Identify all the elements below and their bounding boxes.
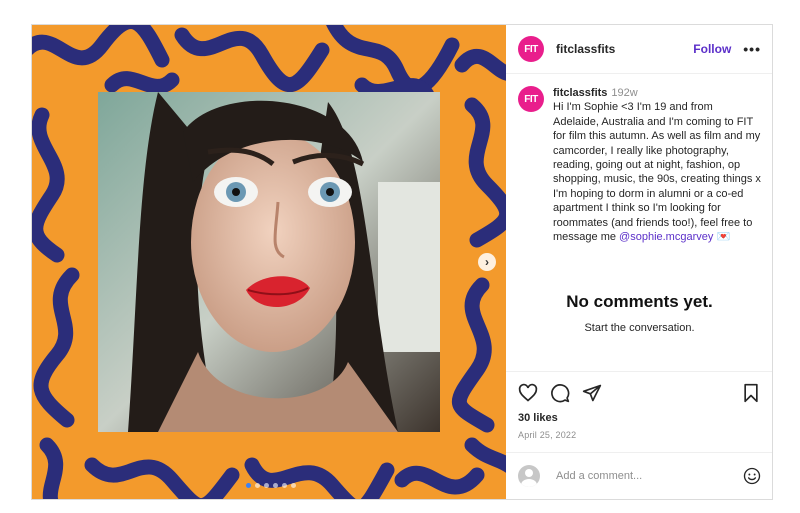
caption-age: 192w <box>611 87 638 99</box>
caption-text: Hi I'm Sophie <3 I'm 19 and from Adelaid… <box>553 101 761 244</box>
post-header: FIT fitclassfits Follow ••• <box>506 25 772 74</box>
carousel-dot <box>255 483 260 488</box>
action-icons <box>518 382 761 404</box>
comment-input[interactable] <box>554 469 718 483</box>
caption-body: fitclassfits 192w Hi I'm Sophie <3 I'm 19… <box>553 86 761 244</box>
user-avatar <box>518 465 540 487</box>
carousel-dot <box>273 483 278 488</box>
emoji-icon[interactable] <box>743 467 761 485</box>
post-sidebar: FIT fitclassfits Follow ••• FIT fitclass… <box>506 25 772 499</box>
portrait-photo <box>98 92 440 432</box>
carousel-dot <box>282 483 287 488</box>
post-dialog: › FIT fitclassfits Follow ••• FIT fitcla… <box>31 24 773 500</box>
carousel-indicator <box>246 483 296 488</box>
caption-avatar[interactable]: FIT <box>518 86 544 112</box>
carousel-dot <box>291 483 296 488</box>
next-slide-button[interactable]: › <box>478 253 496 271</box>
caption-mention-link[interactable]: @sophie.mcgarvey <box>619 231 713 243</box>
account-username[interactable]: fitclassfits <box>556 42 615 56</box>
empty-comments-subtitle: Start the conversation. <box>584 322 695 335</box>
account-avatar[interactable]: FIT <box>518 36 544 62</box>
post-actions: 30 likes April 25, 2022 <box>506 371 772 440</box>
share-icon[interactable] <box>582 383 602 403</box>
likes-count[interactable]: 30 likes <box>518 412 761 424</box>
carousel-dot <box>246 483 251 488</box>
caption-username[interactable]: fitclassfits <box>553 87 607 99</box>
caption-emoji: 💌 <box>716 231 731 244</box>
more-options-icon[interactable]: ••• <box>743 41 761 57</box>
empty-comments-title: No comments yet. <box>566 292 713 312</box>
portrait-image <box>98 92 440 432</box>
comment-icon[interactable] <box>550 383 570 403</box>
heart-icon[interactable] <box>518 383 538 403</box>
next-arrow-icon: › <box>485 255 489 269</box>
empty-comments: No comments yet. Start the conversation. <box>506 292 772 335</box>
post-media[interactable]: › <box>32 25 506 499</box>
bookmark-icon[interactable] <box>741 383 761 403</box>
post-caption: FIT fitclassfits 192w Hi I'm Sophie <3 I'… <box>506 74 772 244</box>
post-date: April 25, 2022 <box>518 430 577 440</box>
comment-bar <box>506 452 772 499</box>
carousel-dot <box>264 483 269 488</box>
follow-button[interactable]: Follow <box>693 42 731 56</box>
